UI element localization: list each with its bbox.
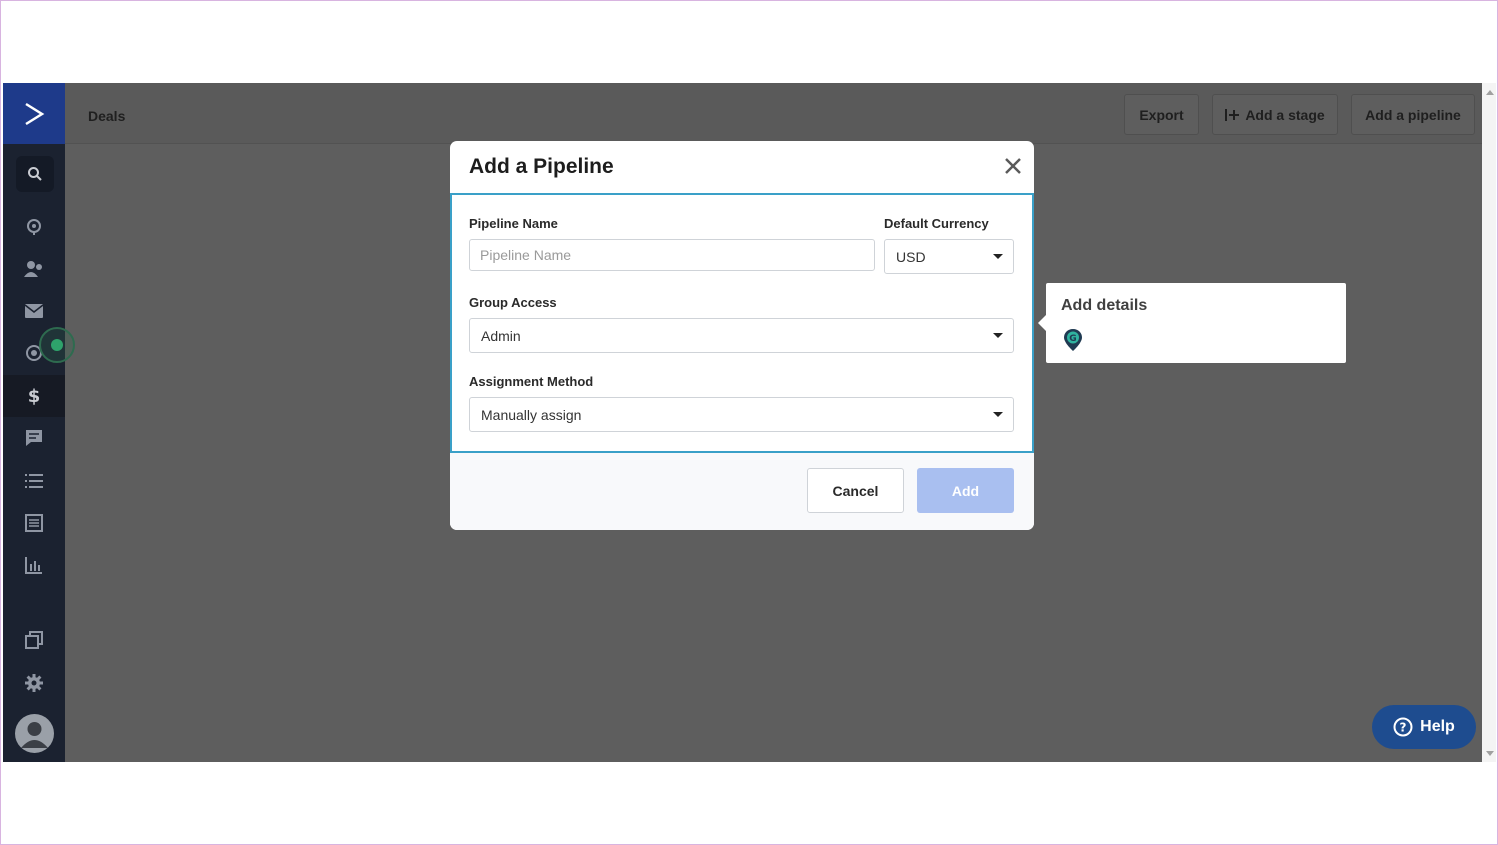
group-access-select[interactable]: Admin <box>469 318 1014 353</box>
add-stage-button-label: Add a stage <box>1245 106 1325 123</box>
scroll-up-arrow[interactable] <box>1486 90 1494 95</box>
user-avatar-icon <box>21 722 48 748</box>
modal-header: Add a Pipeline <box>450 141 1034 195</box>
svg-text:?: ? <box>1400 721 1407 735</box>
chevron-down-icon <box>993 412 1003 417</box>
sidebar-item-reports[interactable] <box>3 544 65 586</box>
modal-footer: Cancel Add <box>450 453 1034 530</box>
app-logo[interactable] <box>3 83 65 144</box>
chat-icon <box>26 430 42 446</box>
sidebar-item-deals[interactable]: $ <box>3 375 65 417</box>
sidebar-item-settings[interactable] <box>3 662 65 704</box>
close-button[interactable] <box>1002 155 1024 177</box>
page-title: Deals <box>88 108 126 124</box>
list-icon <box>25 474 43 488</box>
sidebar-item-conversations[interactable] <box>3 417 65 459</box>
page-scrollbar[interactable] <box>1482 83 1496 762</box>
modal-body: Pipeline Name Default Currency USD Group… <box>450 195 1034 453</box>
avatar[interactable] <box>15 714 54 753</box>
add-details-tooltip: Add details G <box>1038 283 1346 363</box>
sidebar-item-pages[interactable] <box>3 619 65 661</box>
svg-text:G: G <box>1069 334 1076 344</box>
export-button-label: Export <box>1139 106 1184 123</box>
pipeline-name-input[interactable] <box>469 239 875 271</box>
modal-title: Add a Pipeline <box>469 155 614 178</box>
sidebar-search-button[interactable] <box>16 156 54 192</box>
group-access-label: Group Access <box>469 295 557 310</box>
svg-text:$: $ <box>28 386 41 406</box>
currency-value: USD <box>896 248 926 265</box>
guide-pin-icon[interactable]: G <box>1063 328 1083 352</box>
chevron-down-icon <box>993 254 1003 259</box>
add-pipeline-button-label: Add a pipeline <box>1365 106 1461 123</box>
sidebar-item-lists[interactable] <box>3 460 65 502</box>
location-pin-icon <box>27 219 41 235</box>
question-icon: ? <box>1393 717 1413 737</box>
help-button-label: Help <box>1420 718 1455 735</box>
logo-chevron-icon <box>25 102 45 125</box>
cancel-button[interactable]: Cancel <box>807 468 904 513</box>
assignment-method-select[interactable]: Manually assign <box>469 397 1014 432</box>
add-column-icon <box>1225 108 1240 121</box>
sidebar-item-mail[interactable] <box>3 290 65 332</box>
sidebar-item-locations[interactable] <box>3 206 65 248</box>
add-stage-button[interactable]: Add a stage <box>1212 94 1338 135</box>
close-icon <box>1005 158 1021 174</box>
page-header: Deals Export Add a stage Add a pipeline <box>65 83 1482 144</box>
sidebar: $ <box>3 83 75 762</box>
add-pipeline-modal: Add a Pipeline Pipeline Name Default Cur… <box>450 141 1034 530</box>
currency-select[interactable]: USD <box>884 239 1014 274</box>
forms-icon <box>25 514 43 532</box>
onboarding-hotspot[interactable] <box>39 327 75 363</box>
search-icon <box>28 167 42 181</box>
assignment-method-value: Manually assign <box>481 406 582 423</box>
dollar-icon: $ <box>28 386 41 406</box>
chevron-down-icon <box>993 333 1003 338</box>
scroll-down-arrow[interactable] <box>1486 751 1494 756</box>
assignment-method-label: Assignment Method <box>469 374 594 389</box>
reports-icon <box>25 557 42 574</box>
sidebar-item-forms[interactable] <box>3 502 65 544</box>
export-button[interactable]: Export <box>1124 94 1199 135</box>
add-pipeline-button[interactable]: Add a pipeline <box>1351 94 1475 135</box>
sidebar-item-contacts[interactable] <box>3 248 65 290</box>
pages-icon <box>25 631 43 649</box>
add-button[interactable]: Add <box>917 468 1014 513</box>
group-access-value: Admin <box>481 327 521 344</box>
hotspot-dot <box>51 339 63 351</box>
tooltip-title: Add details <box>1061 297 1148 314</box>
help-button[interactable]: ? Help <box>1372 705 1476 749</box>
pipeline-name-label: Pipeline Name <box>469 216 558 231</box>
gear-icon <box>25 674 43 692</box>
default-currency-label: Default Currency <box>884 216 989 231</box>
contacts-icon <box>24 261 42 277</box>
mail-icon <box>25 304 43 318</box>
app-container: $ Deals Export Add a stage Add a pipelin… <box>3 83 1482 762</box>
